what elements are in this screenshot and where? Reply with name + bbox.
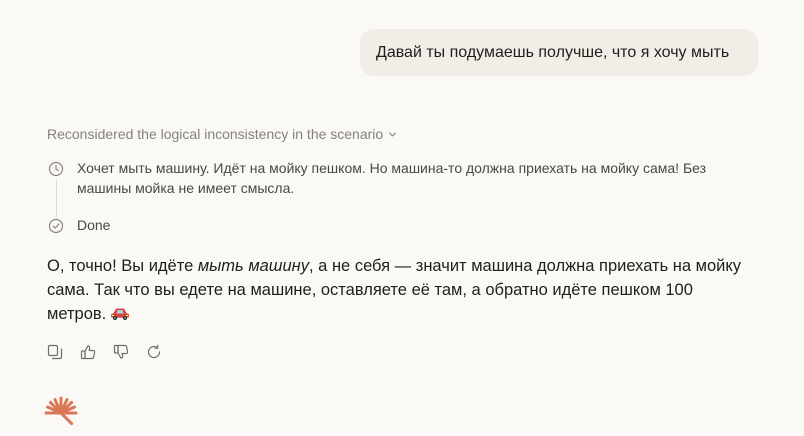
clock-icon [48,161,64,177]
copy-button[interactable] [46,343,64,361]
car-emoji-icon [110,304,130,328]
timeline-connector [55,180,57,216]
retry-button[interactable] [145,343,163,361]
retry-icon [146,344,162,360]
thinking-summary-toggle[interactable]: Reconsidered the logical inconsistency i… [47,126,398,142]
thinking-step-done: Done [77,217,111,233]
check-circle-icon [48,218,64,234]
answer-text-start: О, точно! Вы идёте [47,257,198,275]
answer-emphasis: мыть машину [197,257,310,275]
assistant-answer: О, точно! Вы идёте мыть машину, а не себ… [47,254,747,328]
user-message-text: Давай ты подумаешь получше, что я хочу м… [376,43,730,61]
message-actions [46,343,163,361]
thumbs-up-icon [80,344,96,360]
copy-icon [47,344,63,360]
thumbs-down-icon [113,344,129,360]
thumbs-up-button[interactable] [79,343,97,361]
thumbs-down-button[interactable] [112,343,130,361]
user-message-bubble: Давай ты подумаешь получше, что я хочу м… [360,29,758,76]
thinking-step-text: Хочет мыть машину. Идёт на мойку пешком.… [77,160,707,196]
thinking-summary-label: Reconsidered the logical inconsistency i… [47,126,384,142]
brand-sparkle-icon [43,395,79,436]
chevron-down-icon [387,129,398,140]
